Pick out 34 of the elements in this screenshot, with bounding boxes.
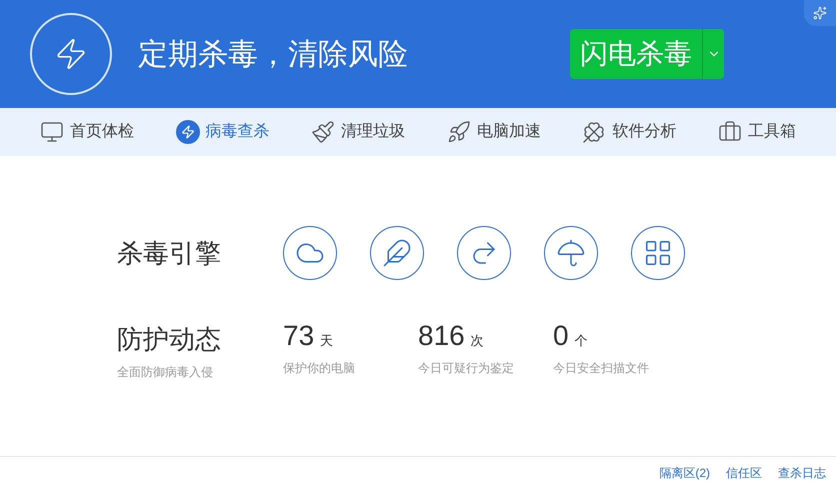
monitor-icon [40,120,64,144]
nav-tab[interactable]: 软件分析 [582,120,676,144]
stat-value: 0 [553,322,569,350]
rocket-icon [446,120,471,144]
sparkle-button[interactable] [804,0,836,26]
footer-link[interactable]: 信任区 [726,464,762,482]
cloud-icon[interactable] [283,226,337,280]
lightning-icon [176,120,200,144]
brush-icon [311,120,336,144]
nav-tab[interactable]: 工具箱 [718,120,796,144]
nav-tab[interactable]: 病毒查杀 [176,120,270,144]
stat-caption: 今日可疑行为鉴定 [418,360,514,376]
footer-link[interactable]: 查杀日志 [778,464,826,482]
stat-unit: 天 [320,332,334,350]
lightning-badge-icon [30,13,112,95]
stat-caption: 保护你的电脑 [283,360,355,376]
feather-icon[interactable] [370,226,424,280]
nav-tab[interactable]: 首页体检 [40,120,134,144]
section-title: 杀毒引擎 [117,236,222,270]
stat-value: 73 [283,322,314,350]
section-title: 防护动态 [117,323,222,356]
umbrella-icon[interactable] [544,226,598,280]
sparkle-icon [813,6,827,20]
nav-tab[interactable]: 电脑加速 [446,120,541,144]
clover-icon [582,120,606,144]
footer-link[interactable]: 隔离区(2) [659,464,710,482]
nav-tab[interactable]: 清理垃圾 [311,120,406,144]
stat-unit: 次 [470,332,484,350]
stat-unit: 个 [574,332,588,350]
window-grid-icon[interactable] [631,226,685,280]
section-subtitle: 全面防御病毒入侵 [117,364,214,381]
stat-caption: 今日安全扫描文件 [553,360,649,376]
slogan: 定期杀毒，清除风险 [138,36,409,72]
stat-value: 816 [418,322,465,350]
